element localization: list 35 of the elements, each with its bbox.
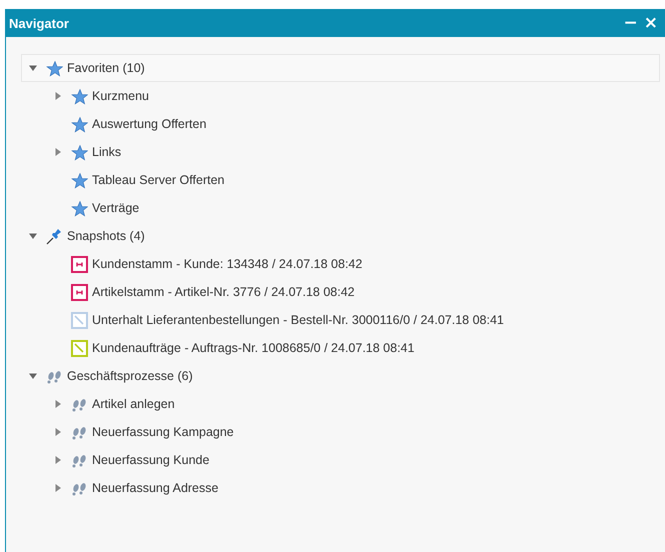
collapse-arrow-icon[interactable]	[29, 372, 37, 380]
pin-icon	[46, 228, 63, 244]
expand-arrow-icon[interactable]	[54, 484, 62, 492]
star-icon	[71, 172, 88, 188]
tree-item[interactable]: Auswertung Offerten	[21, 110, 660, 138]
minimize-button[interactable]: −	[620, 14, 641, 32]
collapse-arrow-icon[interactable]	[29, 64, 37, 72]
tree-item[interactable]: Geschäftsprozesse (6)	[21, 362, 660, 390]
collapse-arrow-icon[interactable]	[29, 232, 37, 240]
star-icon	[71, 200, 88, 216]
star-icon	[71, 116, 88, 132]
tree-item[interactable]: Kundenaufträge - Auftrags-Nr. 1008685/0 / 24.07.18 08:41	[21, 334, 660, 362]
tree-item[interactable]: Artikelstamm - Artikel-Nr. 3776 / 24.07.18 08:42	[21, 278, 660, 306]
tree-item[interactable]: Neuerfassung Adresse	[21, 474, 660, 502]
star-icon	[71, 144, 88, 160]
expand-arrow-icon[interactable]	[54, 428, 62, 436]
expand-arrow-icon[interactable]	[54, 92, 62, 100]
expand-arrow-icon[interactable]	[54, 456, 62, 464]
tree-item[interactable]: Kundenstamm - Kunde: 134348 / 24.07.18 08:42	[21, 250, 660, 278]
window-title: Navigator	[9, 16, 70, 30]
tree-item[interactable]: Tableau Server Offerten	[21, 166, 660, 194]
tree-item[interactable]: Kurzmenu	[21, 82, 660, 110]
expand-arrow-icon[interactable]	[54, 148, 62, 156]
tree-item[interactable]: Unterhalt Lieferantenbestellungen - Bestell-Nr. 3000116/0 / 24.07.18 08:41	[21, 306, 660, 334]
star-icon	[71, 88, 88, 104]
tree-item[interactable]: Snapshots (4)	[21, 222, 660, 250]
tree-item[interactable]: Favoriten (10)	[21, 54, 660, 82]
star-icon	[46, 60, 63, 76]
tree-item[interactable]: Verträge	[21, 194, 660, 222]
tree-item[interactable]: Neuerfassung Kampagne	[21, 418, 660, 446]
expand-arrow-icon[interactable]	[54, 400, 62, 408]
tree-item[interactable]: Artikel anlegen	[21, 390, 660, 418]
tree-item[interactable]: Links	[21, 138, 660, 166]
tree-item[interactable]: Neuerfassung Kunde	[21, 446, 660, 474]
close-button[interactable]: ×	[640, 14, 661, 32]
